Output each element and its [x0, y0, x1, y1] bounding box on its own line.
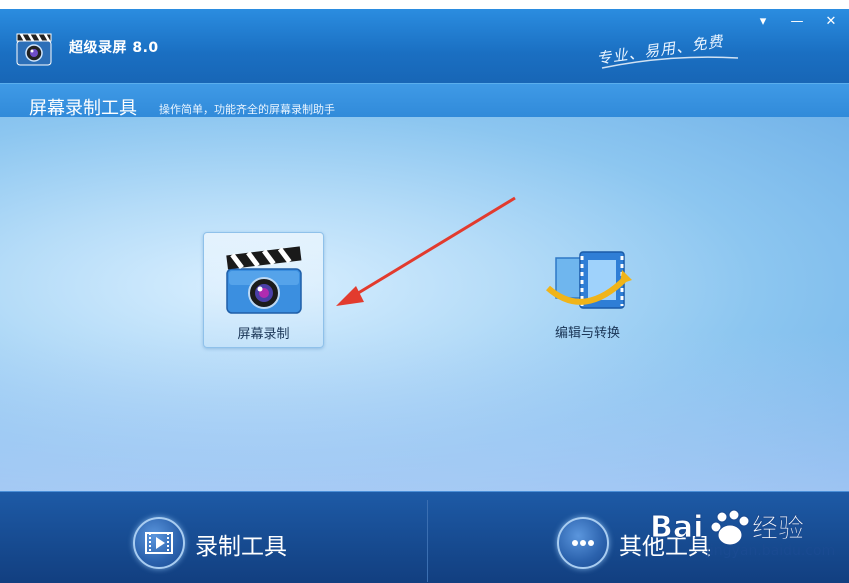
svg-text:经验: 经验: [752, 514, 804, 544]
svg-text:Bai: Bai: [650, 510, 703, 545]
close-button[interactable]: ✕: [820, 13, 842, 31]
screen-record-tool[interactable]: 屏幕录制: [203, 232, 324, 348]
clapperboard-logo-icon: [16, 33, 52, 66]
title-bar: 超级录屏 8.0 专业、易用、免费 ▾ — ✕: [0, 9, 849, 83]
watermark-site: jingyan.baidu.com: [706, 543, 836, 559]
slogan-swoosh-icon: [601, 56, 739, 69]
menu-button[interactable]: ▾: [752, 13, 774, 31]
edit-convert-label: 编辑与转换: [555, 326, 621, 341]
top-strip: [0, 0, 849, 9]
bottom-nav-divider: [427, 500, 428, 582]
subheader-description: 操作简单，功能齐全的屏幕录制助手: [159, 103, 335, 116]
more-dots-icon: [557, 517, 609, 569]
screen-record-label: 屏幕录制: [237, 327, 290, 342]
tools-panel: [0, 117, 849, 492]
nav-record-tools-label: 录制工具: [195, 534, 287, 560]
app-title: 超级录屏 8.0: [69, 40, 159, 56]
minimize-button[interactable]: —: [786, 13, 808, 31]
film-play-icon: [133, 517, 185, 569]
film-convert-icon: [546, 251, 632, 309]
clapperboard-camera-icon: [226, 246, 302, 314]
